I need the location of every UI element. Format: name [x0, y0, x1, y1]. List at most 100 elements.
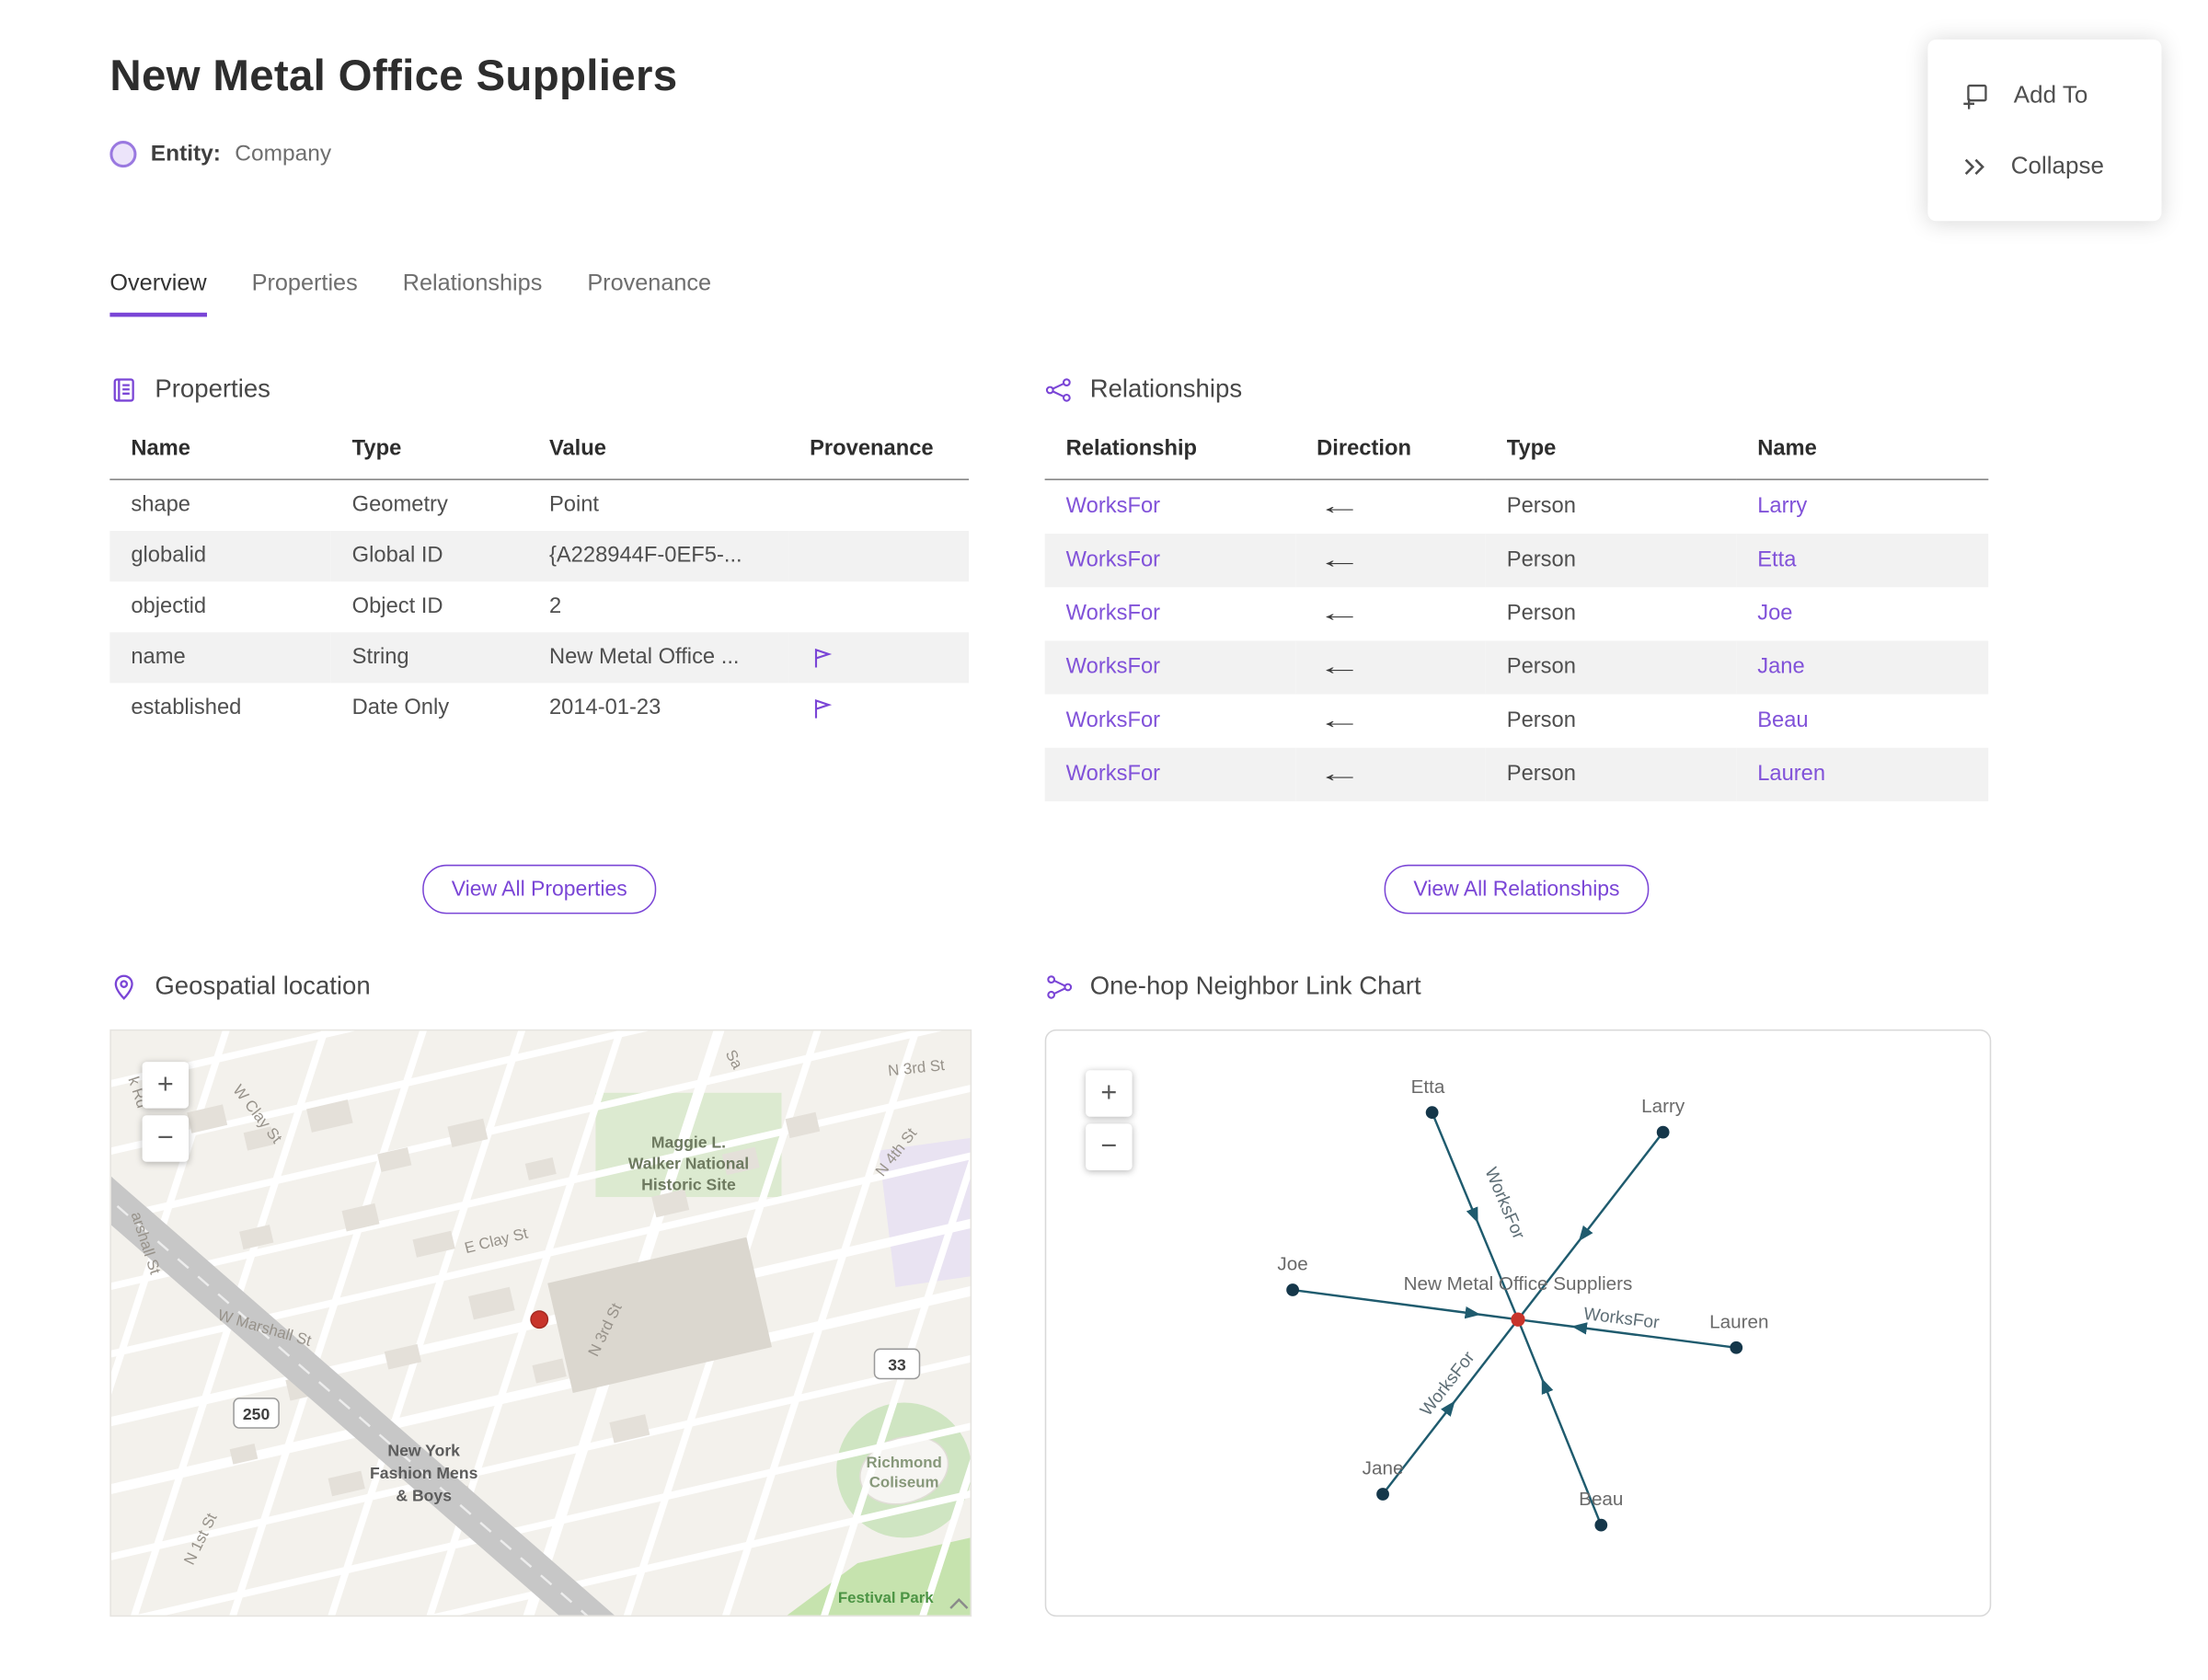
chart-zoom-out-button[interactable]: −	[1086, 1123, 1133, 1170]
column-header: Type	[330, 422, 528, 480]
relationships-section-header: Relationships	[1045, 374, 1989, 404]
properties-icon	[113, 377, 134, 401]
table-row: WorksFor ← Person Etta	[1044, 534, 1989, 588]
entity-label: Entity:	[150, 141, 221, 166]
table-row: WorksFor ← Person Joe	[1045, 587, 1989, 640]
column-header: Name	[109, 422, 331, 480]
property-provenance	[788, 581, 969, 632]
view-all-properties-button[interactable]: View All Properties	[421, 864, 657, 915]
column-header: Provenance	[788, 422, 970, 480]
route-shield-33: 33	[873, 1348, 921, 1380]
relationship-link[interactable]: WorksFor	[1066, 655, 1160, 679]
entity-type-value: Company	[235, 141, 332, 166]
entity-link[interactable]: Jane	[1757, 655, 1804, 679]
entity-link[interactable]: Etta	[1757, 547, 1796, 571]
relationship-link[interactable]: WorksFor	[1066, 494, 1160, 518]
property-type: Date Only	[351, 696, 450, 720]
table-row: WorksFor ← Person Lauren	[1044, 747, 1989, 801]
table-row: WorksFor ← Person Jane	[1044, 640, 1989, 695]
link-chart-section-title: One-hop Neighbor Link Chart	[1089, 972, 1421, 1000]
graph-node-lauren[interactable]	[1730, 1341, 1743, 1354]
geospatial-section-header: Geospatial location	[109, 972, 371, 1001]
poi-label: Festival Park	[838, 1589, 934, 1606]
entity-overview-page: New Metal Office Suppliers Entity: Compa…	[0, 0, 2208, 1680]
direction-arrow-left: ←	[1317, 546, 1363, 573]
column-header: Direction	[1295, 422, 1486, 480]
tab-relationships[interactable]: Relationships	[403, 270, 543, 317]
tab-overview[interactable]: Overview	[109, 270, 207, 317]
page-title: New Metal Office Suppliers	[109, 51, 678, 100]
add-to-label: Add To	[2013, 81, 2088, 109]
properties-section: Properties Name Type Value Provenance sh…	[109, 374, 970, 734]
provenance-flag-icon[interactable]	[810, 696, 835, 721]
map-zoom-in-button[interactable]: +	[142, 1062, 190, 1109]
relationship-link[interactable]: WorksFor	[1066, 708, 1160, 732]
graph-node-labels: Etta Larry Joe Lauren Jane Beau New Meta…	[1277, 1076, 1768, 1510]
provenance-flag-icon[interactable]	[810, 645, 835, 671]
poi-label: Coliseum	[869, 1473, 939, 1490]
direction-arrow-left: ←	[1317, 653, 1363, 681]
relationship-type: Person	[1506, 547, 1576, 572]
chart-zoom-in-button[interactable]: +	[1086, 1070, 1133, 1117]
property-name: shape	[131, 492, 190, 517]
center-node-label: New Metal Office Suppliers	[1404, 1273, 1633, 1295]
poi-label: Maggie L.	[651, 1133, 726, 1151]
graph-node-beau[interactable]	[1594, 1518, 1608, 1532]
property-name: established	[131, 696, 242, 720]
relationship-type: Person	[1506, 494, 1576, 519]
collapse-label: Collapse	[2010, 152, 2104, 179]
map-zoom-control: + −	[142, 1062, 190, 1162]
direction-arrow-left: ←	[1317, 760, 1363, 788]
relationship-link[interactable]: WorksFor	[1066, 762, 1160, 786]
map-zoom-out-button[interactable]: −	[142, 1115, 190, 1162]
tab-properties[interactable]: Properties	[252, 270, 358, 317]
map-canvas[interactable]: + − k Rd W Clay St arshall St W Marshall…	[109, 1029, 972, 1617]
property-value: 2014-01-23	[548, 696, 661, 720]
property-type: Geometry	[351, 492, 448, 517]
properties-header-row: Name Type Value Provenance	[109, 422, 970, 480]
table-row: WorksFor ← Person Beau	[1045, 695, 1989, 748]
link-chart-canvas[interactable]: + − WorksFor WorksFor WorksFor Etta Larr…	[1044, 1029, 1992, 1617]
view-all-relationships-button[interactable]: View All Relationships	[1384, 864, 1650, 915]
relationships-header-row: Relationship Direction Type Name	[1044, 422, 1989, 480]
entity-link[interactable]: Joe	[1757, 602, 1792, 626]
entity-link[interactable]: Beau	[1757, 708, 1808, 732]
column-header: Name	[1736, 422, 1989, 480]
tab-provenance[interactable]: Provenance	[587, 270, 711, 317]
graph-node-center[interactable]	[1511, 1312, 1525, 1327]
relationships-section-title: Relationships	[1089, 374, 1243, 403]
column-header: Type	[1485, 422, 1737, 480]
node-label: Larry	[1641, 1096, 1685, 1117]
graph-node-joe[interactable]	[1286, 1283, 1299, 1296]
link-chart-zoom-control: + −	[1086, 1070, 1133, 1170]
graph-node-larry[interactable]	[1656, 1125, 1670, 1139]
link-chart-icon	[1047, 974, 1073, 998]
map-image: k Rd W Clay St arshall St W Marshall St …	[110, 1030, 971, 1616]
add-to-button[interactable]: Add To	[1927, 59, 2161, 131]
relationships-section: Relationships Relationship Direction Typ…	[1044, 374, 1989, 801]
table-row: shape Geometry Point	[109, 479, 969, 531]
relationship-link[interactable]: WorksFor	[1066, 602, 1160, 626]
graph-node-etta[interactable]	[1425, 1106, 1439, 1120]
collapse-button[interactable]: Collapse	[1927, 131, 2161, 201]
poi-label: Walker National	[628, 1154, 749, 1172]
shield-label: 33	[888, 1355, 906, 1374]
geospatial-section-title: Geospatial location	[155, 972, 371, 1000]
location-marker[interactable]	[530, 1310, 549, 1329]
graph-node-jane[interactable]	[1376, 1488, 1389, 1501]
property-provenance	[788, 683, 969, 733]
table-row: name String New Metal Office ...	[109, 632, 970, 684]
property-provenance	[788, 632, 969, 683]
table-row: WorksFor ← Person Larry	[1045, 479, 1989, 534]
entity-link[interactable]: Larry	[1757, 494, 1807, 518]
entity-link[interactable]: Lauren	[1757, 762, 1825, 786]
poi-label: & Boys	[396, 1487, 452, 1505]
node-label: Beau	[1579, 1489, 1623, 1510]
table-row: globalid Global ID {A228944F-0EF5-...	[109, 531, 970, 582]
property-type: String	[351, 645, 409, 670]
relationship-link[interactable]: WorksFor	[1066, 547, 1160, 571]
properties-table: Name Type Value Provenance shape Geometr…	[109, 422, 970, 734]
property-value: Point	[548, 492, 600, 517]
relationships-icon	[1045, 377, 1071, 401]
property-provenance	[788, 531, 969, 581]
